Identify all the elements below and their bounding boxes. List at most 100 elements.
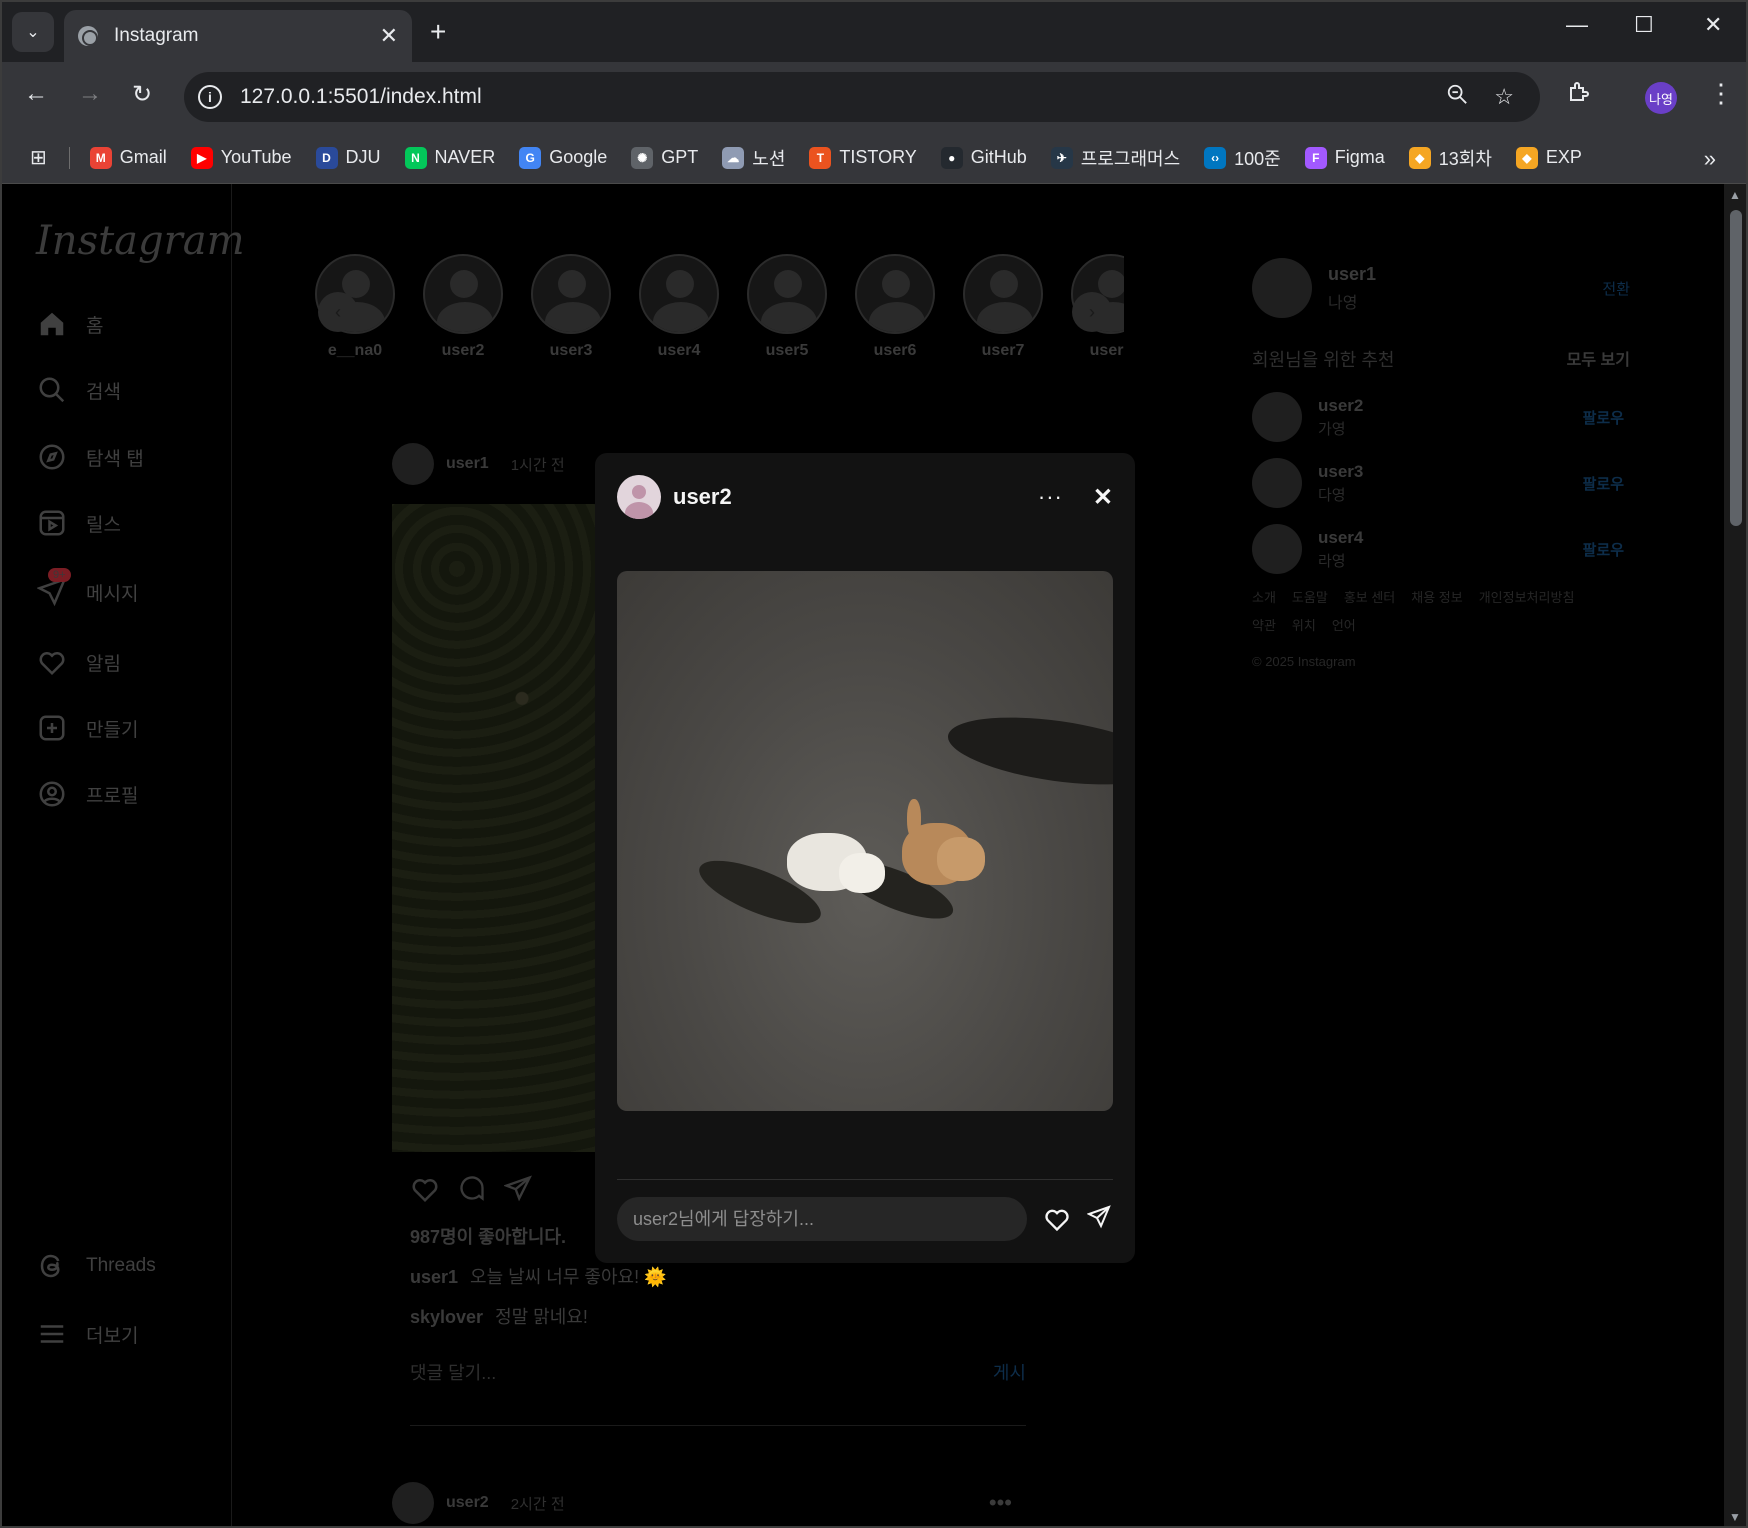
- bookmark-item[interactable]: ● GitHub: [940, 146, 1027, 169]
- follow-button[interactable]: 팔로우: [1583, 473, 1624, 494]
- story-item[interactable]: user3: [530, 254, 612, 360]
- nav-item-more[interactable]: 더보기: [36, 1318, 138, 1350]
- share-send-icon[interactable]: [502, 1174, 532, 1209]
- story-item[interactable]: user6: [854, 254, 936, 360]
- footer-link[interactable]: 도움말: [1292, 590, 1328, 605]
- current-username[interactable]: user1: [1328, 264, 1376, 285]
- bookmark-item[interactable]: ◆ EXP: [1515, 146, 1582, 169]
- footer-link[interactable]: 위치: [1292, 618, 1316, 633]
- post-more-icon[interactable]: •••: [989, 1490, 1012, 1516]
- more-options-icon[interactable]: ···: [1038, 484, 1063, 510]
- footer-link[interactable]: 소개: [1252, 590, 1276, 605]
- minimize-button[interactable]: —: [1566, 12, 1588, 38]
- browser-menu-icon[interactable]: ⋮: [1708, 78, 1734, 109]
- nav-item-profile[interactable]: 프로필: [36, 778, 138, 810]
- story-image[interactable]: [617, 571, 1113, 1111]
- new-tab-button[interactable]: +: [430, 16, 446, 48]
- suggestion-username[interactable]: user4: [1318, 528, 1363, 548]
- zoom-icon[interactable]: [1446, 83, 1468, 111]
- avatar[interactable]: [392, 1482, 434, 1524]
- story-item[interactable]: user2: [422, 254, 504, 360]
- post-comment-button[interactable]: 게시: [993, 1359, 1026, 1385]
- story-next-icon[interactable]: ›: [1072, 292, 1112, 332]
- post-username[interactable]: user2: [446, 1494, 489, 1512]
- nav-item-notifications[interactable]: 알림: [36, 646, 121, 678]
- url-text[interactable]: 127.0.0.1:5501/index.html: [240, 85, 1446, 109]
- extensions-icon[interactable]: [1567, 80, 1591, 111]
- like-heart-icon[interactable]: [410, 1174, 440, 1209]
- bookmark-item[interactable]: ‹› 100준: [1204, 145, 1281, 171]
- footer-link[interactable]: 채용 정보: [1411, 590, 1462, 605]
- bookmarks-overflow-icon[interactable]: »: [1704, 146, 1716, 172]
- switch-account-button[interactable]: 전환: [1602, 278, 1630, 299]
- suggestion-name: 라영: [1318, 552, 1346, 570]
- nav-item-threads[interactable]: Threads: [36, 1250, 156, 1282]
- comment-user[interactable]: skylover: [410, 1307, 483, 1327]
- avatar[interactable]: [617, 475, 661, 519]
- bookmark-item[interactable]: G Google: [519, 146, 607, 169]
- send-icon[interactable]: [1086, 1205, 1111, 1234]
- page-scrollbar[interactable]: ▲ ▼: [1724, 184, 1746, 1526]
- forward-button[interactable]: →: [78, 80, 102, 108]
- maximize-button[interactable]: ☐: [1634, 12, 1654, 38]
- footer-link[interactable]: 홍보 센터: [1344, 590, 1395, 605]
- nav-item-reels[interactable]: 릴스: [36, 507, 121, 539]
- bookmark-item[interactable]: ◆ 13회차: [1408, 145, 1492, 171]
- reply-input[interactable]: [617, 1197, 1027, 1241]
- address-bar[interactable]: i 127.0.0.1:5501/index.html ☆: [184, 72, 1540, 122]
- bookmark-item[interactable]: ▶ YouTube: [190, 146, 292, 169]
- avatar[interactable]: [1252, 258, 1312, 318]
- scroll-down-icon[interactable]: ▼: [1729, 1510, 1741, 1524]
- post-username[interactable]: user1: [446, 455, 489, 473]
- footer-link[interactable]: 개인정보처리방침: [1479, 590, 1575, 605]
- follow-button[interactable]: 팔로우: [1583, 539, 1624, 560]
- back-button[interactable]: ←: [24, 80, 48, 108]
- bookmark-item[interactable]: ✺ GPT: [631, 146, 698, 169]
- bookmark-item[interactable]: N NAVER: [404, 146, 495, 169]
- comment-bubble-icon[interactable]: [458, 1174, 486, 1209]
- bookmark-item[interactable]: D DJU: [315, 146, 381, 169]
- modal-username[interactable]: user2: [673, 484, 732, 510]
- footer-link[interactable]: 언어: [1332, 618, 1356, 633]
- comment-user[interactable]: user1: [410, 1267, 458, 1287]
- nav-item-messages[interactable]: 9+ 메시지: [36, 568, 138, 608]
- story-prev-icon[interactable]: ‹: [318, 292, 358, 332]
- avatar[interactable]: [1252, 458, 1302, 508]
- tab-close-icon[interactable]: ✕: [380, 23, 398, 49]
- suggestion-username[interactable]: user3: [1318, 462, 1363, 482]
- instagram-logo[interactable]: Instagram: [36, 218, 245, 264]
- story-item[interactable]: user5: [746, 254, 828, 360]
- scrollbar-thumb[interactable]: [1730, 210, 1742, 526]
- bookmark-star-icon[interactable]: ☆: [1494, 84, 1514, 110]
- heart-icon[interactable]: [1043, 1205, 1071, 1238]
- window-close-button[interactable]: ✕: [1704, 12, 1722, 38]
- scroll-up-icon[interactable]: ▲: [1729, 188, 1741, 202]
- suggestion-username[interactable]: user2: [1318, 396, 1363, 416]
- apps-grid-icon[interactable]: ⊞: [30, 145, 47, 170]
- bookmark-item[interactable]: T TISTORY: [809, 146, 917, 169]
- nav-item-create[interactable]: 만들기: [36, 712, 138, 744]
- suggestion-name: 다영: [1318, 486, 1346, 504]
- story-item[interactable]: user7: [962, 254, 1044, 360]
- nav-item-explore[interactable]: 탐색 탭: [36, 441, 144, 473]
- story-item[interactable]: user4: [638, 254, 720, 360]
- reload-button[interactable]: ↻: [132, 80, 152, 109]
- close-icon[interactable]: ✕: [1093, 483, 1113, 512]
- bookmark-item[interactable]: M Gmail: [89, 146, 167, 169]
- follow-button[interactable]: 팔로우: [1583, 407, 1624, 428]
- tab-search-button[interactable]: ⌄: [12, 12, 54, 52]
- bookmark-item[interactable]: F Figma: [1304, 146, 1385, 169]
- nav-item-search[interactable]: 검색: [36, 374, 121, 406]
- bookmark-item[interactable]: ✈ 프로그래머스: [1050, 145, 1180, 171]
- site-info-icon[interactable]: i: [198, 85, 222, 109]
- avatar[interactable]: [392, 443, 434, 485]
- nav-item-home[interactable]: 홈: [36, 308, 103, 340]
- avatar[interactable]: [1252, 524, 1302, 574]
- avatar[interactable]: [1252, 392, 1302, 442]
- profile-avatar[interactable]: 나영: [1645, 82, 1677, 114]
- active-tab[interactable]: Instagram ✕: [64, 10, 412, 62]
- bookmark-item[interactable]: ☁ 노션: [722, 145, 785, 171]
- footer-link[interactable]: 약관: [1252, 618, 1276, 633]
- comment-input[interactable]: 댓글 달기...: [410, 1359, 496, 1385]
- see-all-button[interactable]: 모두 보기: [1567, 346, 1630, 372]
